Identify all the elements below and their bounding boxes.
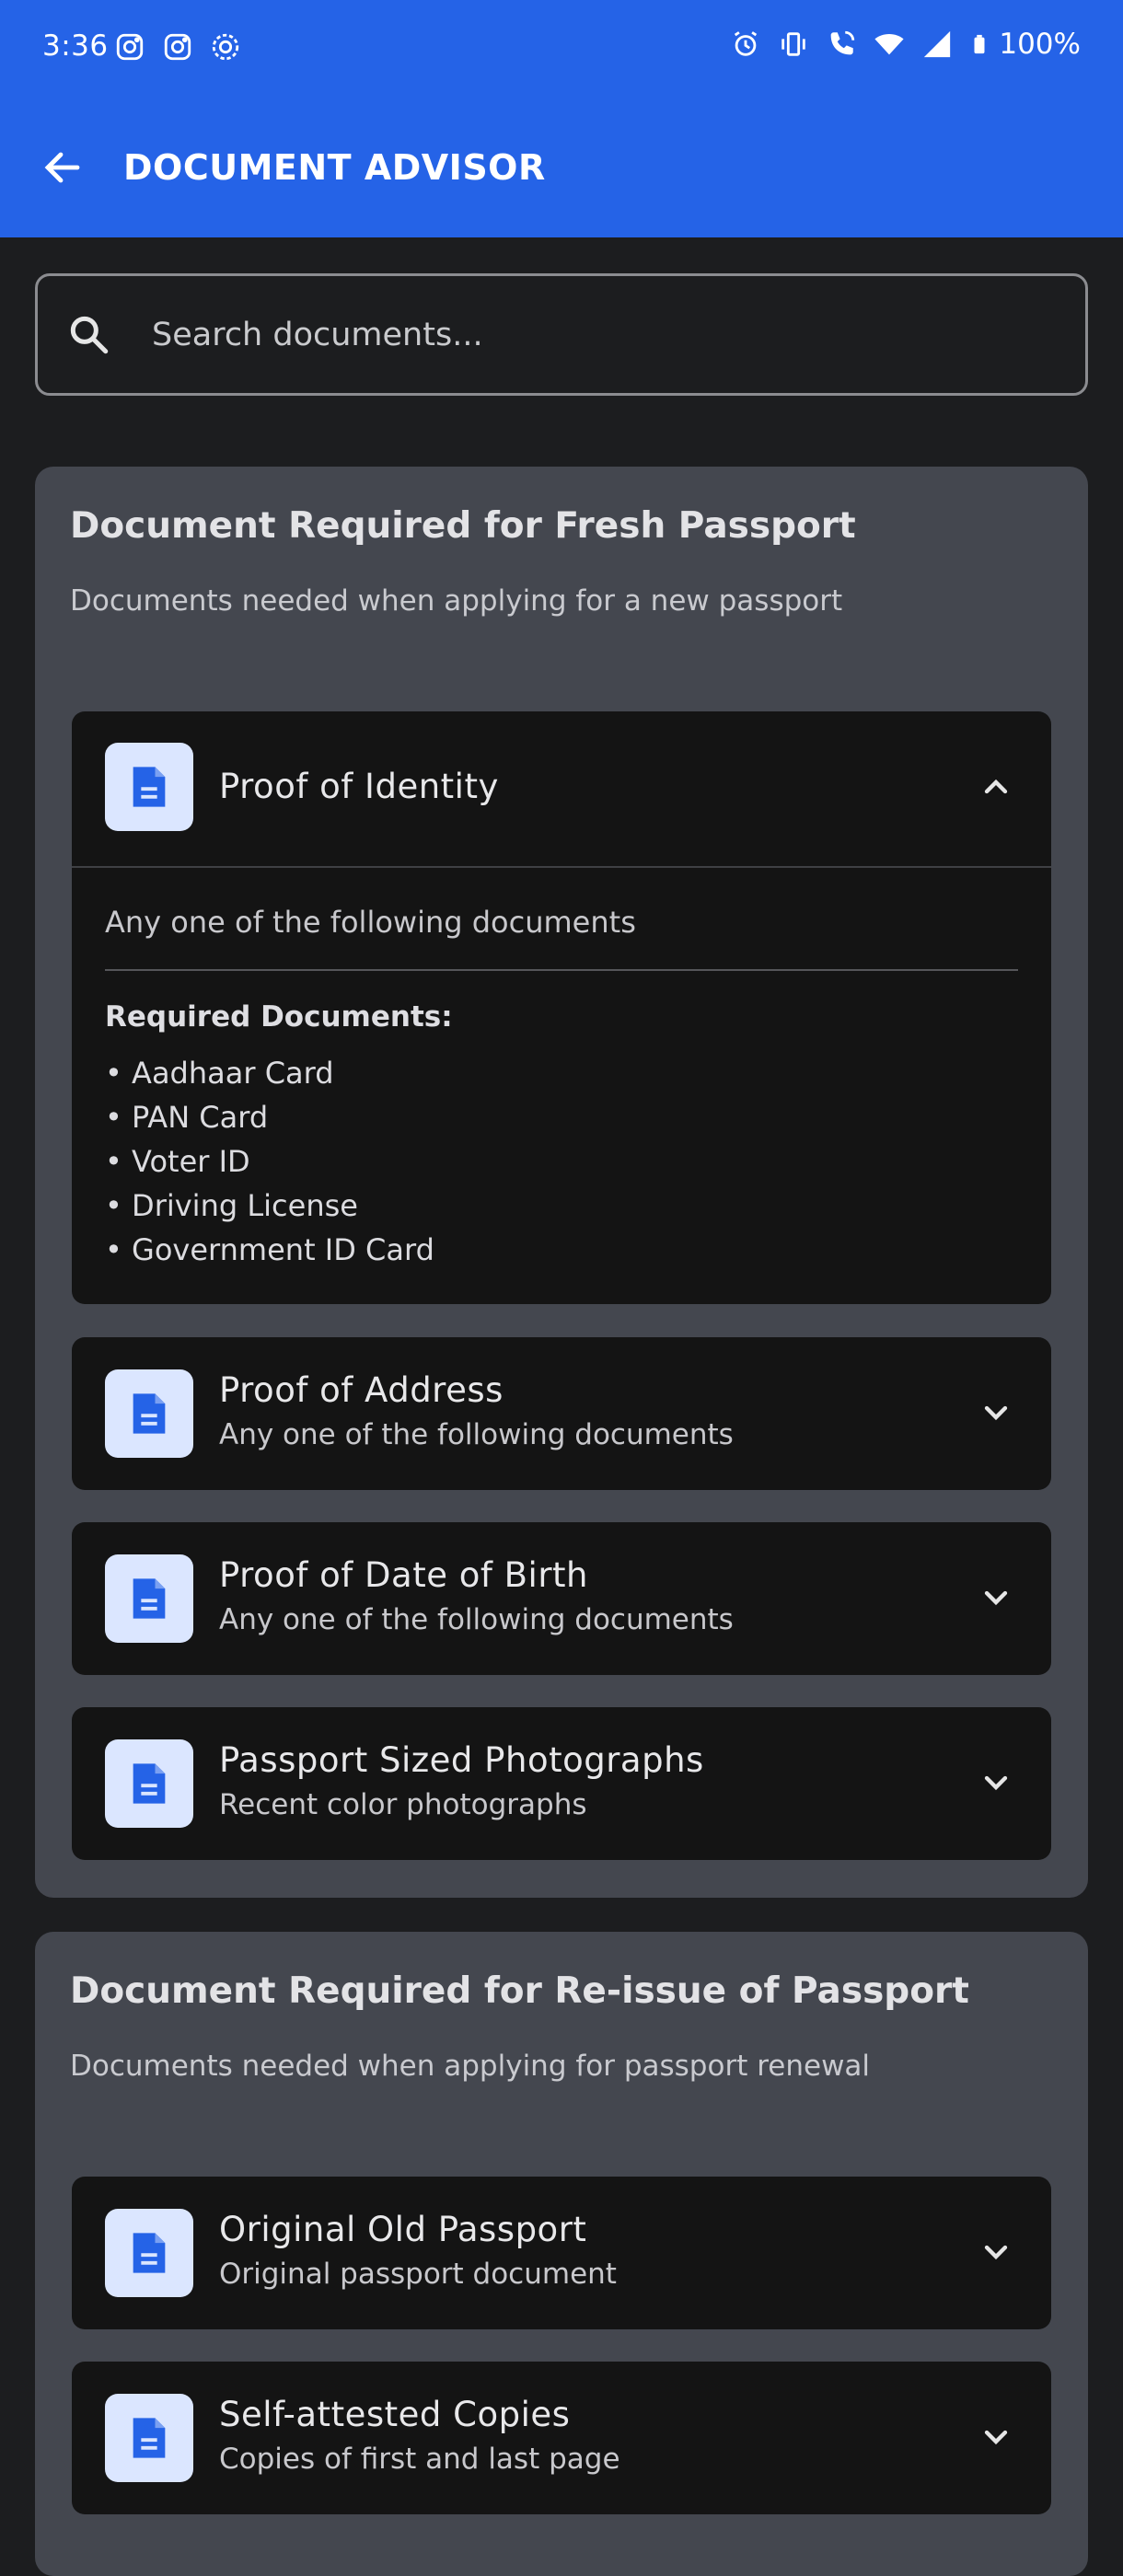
search-bar[interactable] (35, 273, 1088, 396)
status-bar: 3:36 100% (0, 0, 1123, 96)
chevron-down-icon[interactable] (978, 2234, 1014, 2270)
status-time: 3:36 (42, 29, 109, 63)
list-item: • Aadhaar Card (105, 1056, 334, 1091)
section-fresh-passport: Document Required for Fresh Passport Doc… (35, 467, 1088, 1898)
document-card-self-attested-copies[interactable]: Self-attested Copies Copies of first and… (72, 2362, 1051, 2514)
document-card-original-old-passport[interactable]: Original Old Passport Original passport … (72, 2177, 1051, 2329)
document-icon (105, 1739, 193, 1828)
document-icon (105, 1369, 193, 1458)
document-card-proof-of-date-of-birth[interactable]: Proof of Date of Birth Any one of the fo… (72, 1522, 1051, 1675)
required-documents-label: Required Documents: (105, 1000, 453, 1034)
card-subtitle: Copies of first and last page (219, 2443, 620, 2476)
instagram-icon (164, 33, 191, 61)
list-item: • Driving License (105, 1188, 358, 1223)
instagram-icon (116, 33, 144, 61)
list-item: • PAN Card (105, 1100, 269, 1135)
document-icon (105, 1554, 193, 1643)
status-notification-icons (114, 31, 241, 63)
search-input[interactable] (152, 309, 1054, 361)
card-subtitle: Any one of the following documents (219, 1603, 734, 1636)
page-title: DOCUMENT ADVISOR (123, 147, 546, 188)
section-subtitle: Documents needed when applying for a new… (70, 584, 843, 618)
chevron-down-icon[interactable] (978, 1394, 1014, 1431)
list-item: • Government ID Card (105, 1232, 434, 1267)
card-title[interactable]: Proof of Identity (219, 767, 499, 806)
chevron-up-icon[interactable] (978, 768, 1014, 805)
card-title: Self-attested Copies (219, 2395, 571, 2434)
card-title: Proof of Address (219, 1370, 504, 1410)
card-title: Original Old Passport (219, 2210, 587, 2249)
chevron-down-icon[interactable] (978, 2419, 1014, 2455)
signal-app-icon (212, 33, 239, 61)
battery-icon (974, 34, 985, 54)
section-title: Document Required for Re-issue of Passpo… (70, 1970, 969, 2012)
section-reissue-passport: Document Required for Re-issue of Passpo… (35, 1932, 1088, 2576)
chevron-down-icon[interactable] (978, 1579, 1014, 1616)
card-subtitle: Recent color photographs (219, 1788, 587, 1821)
status-system-icons: 100% (730, 28, 1081, 61)
search-icon (70, 316, 109, 354)
card-subtitle: Original passport document (219, 2258, 617, 2291)
section-title: Document Required for Fresh Passport (70, 505, 856, 547)
document-icon (105, 2394, 193, 2482)
wifi-icon (874, 34, 904, 55)
document-card-proof-of-address[interactable]: Proof of Address Any one of the followin… (72, 1337, 1051, 1490)
battery-level: 100% (999, 28, 1081, 61)
cell-signal-icon (924, 30, 951, 58)
document-card-proof-of-identity: Proof of Identity Any one of the followi… (72, 711, 1051, 1304)
app-bar: DOCUMENT ADVISOR (0, 96, 1123, 237)
card-description: Any one of the following documents (105, 905, 636, 940)
chevron-down-icon[interactable] (978, 1764, 1014, 1801)
arrow-left-icon[interactable] (41, 145, 85, 190)
description-divider (105, 969, 1018, 971)
wifi-calling-icon (831, 30, 855, 55)
card-divider (72, 866, 1051, 868)
document-icon (105, 743, 193, 831)
card-title: Passport Sized Photographs (219, 1740, 704, 1780)
vibrate-icon (781, 32, 806, 56)
alarm-icon (735, 31, 758, 56)
section-subtitle: Documents needed when applying for passp… (70, 2050, 871, 2083)
card-subtitle: Any one of the following documents (219, 1418, 734, 1451)
list-item: • Voter ID (105, 1144, 250, 1179)
card-title: Proof of Date of Birth (219, 1555, 588, 1595)
document-icon (105, 2209, 193, 2297)
document-card-passport-photographs[interactable]: Passport Sized Photographs Recent color … (72, 1707, 1051, 1860)
